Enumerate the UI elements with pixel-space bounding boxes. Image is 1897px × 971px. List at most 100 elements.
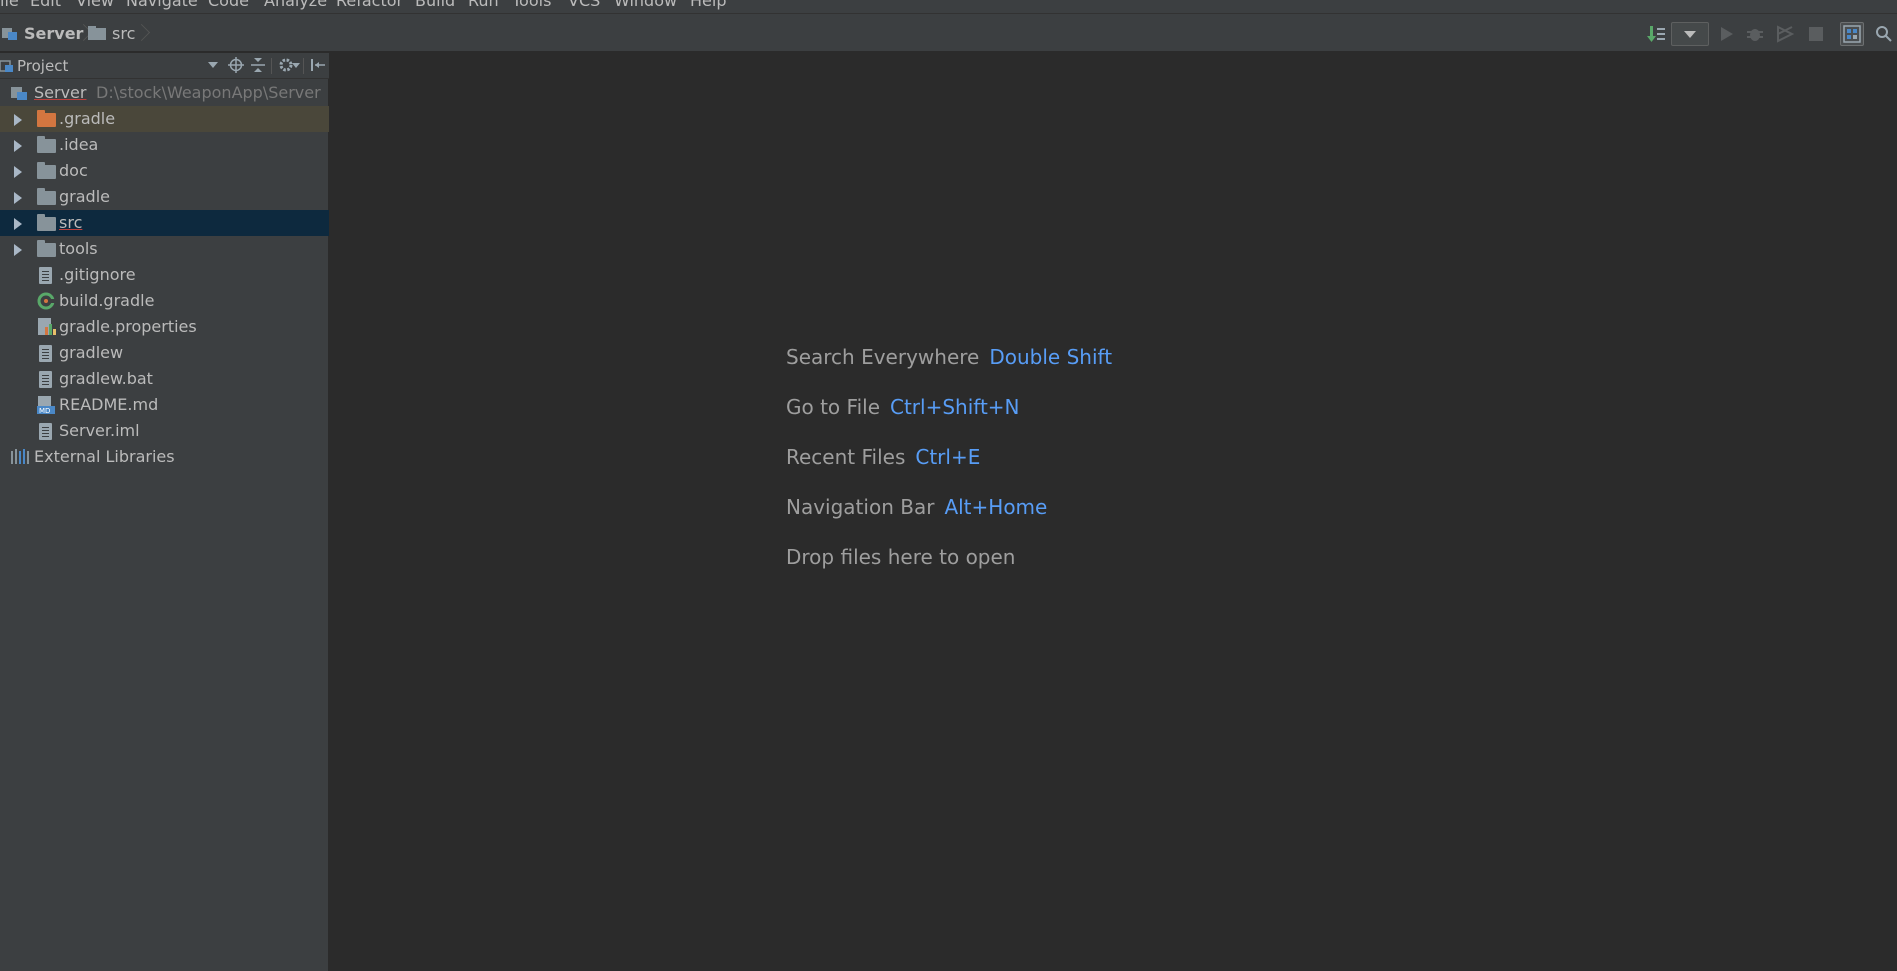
navigation-bar: Server src	[0, 14, 1897, 52]
menu-window[interactable]: Window	[614, 0, 677, 10]
folder-icon	[88, 26, 106, 40]
menu-code[interactable]: Code	[208, 0, 249, 10]
tree-item-readme[interactable]: MD README.md	[0, 392, 329, 418]
menu-edit[interactable]: Edit	[30, 0, 61, 10]
iml-file-icon	[39, 423, 52, 440]
tree-item-doc[interactable]: doc	[0, 158, 329, 184]
hint-text: Go to File	[786, 395, 880, 419]
tree-item-label: gradle	[59, 187, 110, 206]
menu-analyze[interactable]: Analyze	[264, 0, 327, 10]
properties-file-icon	[38, 318, 56, 335]
hint-text: Search Everywhere	[786, 345, 980, 369]
expand-arrow-icon[interactable]	[14, 218, 22, 230]
module-icon	[11, 87, 27, 100]
text-file-icon	[39, 267, 52, 284]
view-dropdown-icon[interactable]	[204, 56, 222, 74]
menu-run[interactable]: Run	[468, 0, 499, 10]
tree-item-gradlew-bat[interactable]: gradlew.bat	[0, 366, 329, 392]
gear-dropdown-icon[interactable]	[292, 56, 300, 74]
tree-item-src[interactable]: src	[0, 210, 329, 236]
scroll-from-source-icon[interactable]	[227, 56, 245, 74]
menu-vcs[interactable]: VCS	[568, 0, 600, 10]
folder-icon	[37, 214, 56, 231]
hint-shortcut: Alt+Home	[944, 495, 1048, 519]
tree-item-label: src	[59, 213, 83, 232]
hint-text: Drop files here to open	[786, 545, 1016, 569]
tree-root-path: D:\stock\WeaponApp\Server	[96, 83, 321, 102]
hint-drop-files: Drop files here to open	[786, 545, 1015, 569]
breadcrumb-folder-label: src	[112, 23, 136, 43]
tree-item-label: .gitignore	[59, 265, 136, 284]
hint-go-to-file: Go to File Ctrl+Shift+N	[786, 395, 1020, 419]
expand-arrow-icon[interactable]	[14, 244, 22, 256]
tree-item-label: gradlew.bat	[59, 369, 153, 388]
chevron-down-icon	[1684, 31, 1696, 38]
breadcrumb-separator	[76, 22, 86, 44]
run-config-dropdown[interactable]	[1671, 22, 1709, 46]
coverage-icon[interactable]	[1773, 22, 1797, 46]
tree-item-external-libraries[interactable]: External Libraries	[0, 444, 329, 470]
breadcrumb-separator	[134, 22, 144, 44]
tree-item-tools[interactable]: tools	[0, 236, 329, 262]
project-panel-header: Project	[0, 53, 329, 79]
tree-item-label: Server.iml	[59, 421, 140, 440]
tree-item-server-iml[interactable]: Server.iml	[0, 418, 329, 444]
tree-item-label: gradle.properties	[59, 317, 197, 336]
hint-shortcut: Double Shift	[989, 345, 1113, 369]
menu-navigate[interactable]: Navigate	[126, 0, 198, 10]
project-structure-icon[interactable]	[1840, 22, 1864, 46]
expand-arrow-icon[interactable]	[14, 114, 22, 126]
hint-text: Recent Files	[786, 445, 906, 469]
svg-text:MD: MD	[39, 407, 50, 415]
expand-arrow-icon[interactable]	[14, 140, 22, 152]
menu-help[interactable]: Help	[690, 0, 726, 10]
search-icon[interactable]	[1872, 22, 1896, 46]
tree-item-gradle[interactable]: gradle	[0, 184, 329, 210]
text-file-icon	[39, 371, 52, 388]
hint-navigation-bar: Navigation Bar Alt+Home	[786, 495, 1047, 519]
hint-shortcut: Ctrl+Shift+N	[890, 395, 1020, 419]
tree-item-label: README.md	[59, 395, 159, 414]
expand-arrow-icon[interactable]	[14, 166, 22, 178]
project-view-icon	[0, 60, 13, 72]
hide-panel-icon[interactable]	[309, 56, 327, 74]
hint-search-everywhere: Search Everywhere Double Shift	[786, 345, 1112, 369]
build-icon[interactable]	[1644, 22, 1668, 46]
collapse-all-icon[interactable]	[249, 56, 267, 74]
project-module-icon	[2, 28, 17, 40]
text-file-icon	[39, 345, 52, 362]
hint-shortcut: Ctrl+E	[915, 445, 981, 469]
markdown-file-icon: MD	[37, 396, 55, 415]
hint-recent-files: Recent Files Ctrl+E	[786, 445, 980, 469]
header-divider	[303, 58, 304, 74]
library-icon	[11, 449, 29, 464]
menu-file[interactable]: ile	[0, 0, 19, 10]
tree-item-gradlew[interactable]: gradlew	[0, 340, 329, 366]
menu-bar: ile Edit View Navigate Code Analyze Refa…	[0, 0, 1897, 14]
folder-icon	[37, 188, 56, 205]
editor-empty-area[interactable]: Search Everywhere Double Shift Go to File…	[330, 53, 1897, 971]
folder-icon	[37, 240, 56, 257]
breadcrumb-project[interactable]: Server	[2, 23, 83, 43]
folder-icon	[37, 162, 56, 179]
stop-icon[interactable]	[1804, 22, 1828, 46]
menu-tools[interactable]: Tools	[512, 0, 551, 10]
tree-item-label: doc	[59, 161, 88, 180]
menu-view[interactable]: View	[76, 0, 114, 10]
tree-item-gitignore[interactable]: .gitignore	[0, 262, 329, 288]
tree-item-gradle-cache[interactable]: .gradle	[0, 106, 329, 132]
menu-build[interactable]: Build	[415, 0, 455, 10]
tree-item-label: .gradle	[59, 109, 116, 128]
folder-icon	[37, 110, 56, 127]
tree-item-build-gradle[interactable]: build.gradle	[0, 288, 329, 314]
tree-root-server[interactable]: Server D:\stock\WeaponApp\Server	[0, 80, 329, 106]
tree-item-idea[interactable]: .idea	[0, 132, 329, 158]
tree-item-label: External Libraries	[34, 447, 175, 466]
expand-arrow-icon[interactable]	[14, 192, 22, 204]
breadcrumb-folder[interactable]: src	[88, 23, 135, 43]
run-icon[interactable]	[1714, 22, 1738, 46]
menu-refactor[interactable]: Refactor	[336, 0, 403, 10]
tree-item-gradle-properties[interactable]: gradle.properties	[0, 314, 329, 340]
debug-icon[interactable]	[1743, 22, 1767, 46]
project-panel-title[interactable]: Project	[17, 57, 68, 75]
